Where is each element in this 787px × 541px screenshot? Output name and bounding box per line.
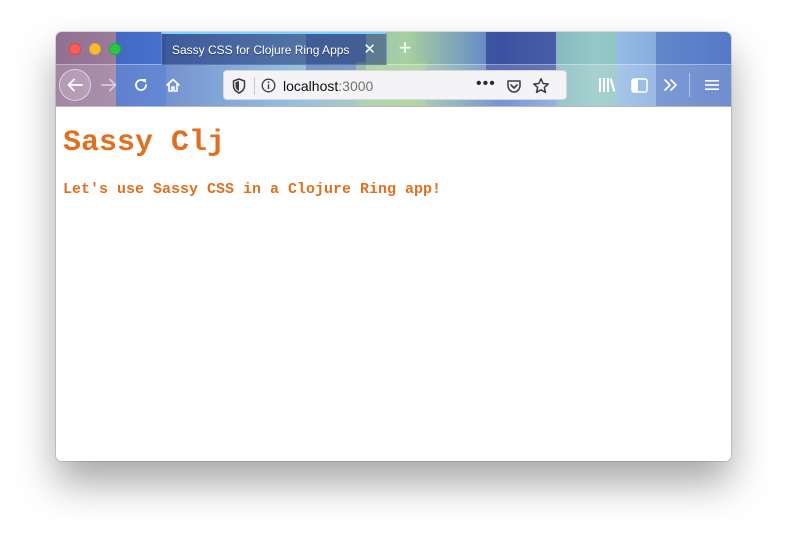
- home-button[interactable]: [157, 69, 189, 101]
- menu-button[interactable]: [696, 69, 728, 101]
- url-separator: [254, 77, 255, 95]
- sidebar-button[interactable]: [623, 69, 655, 101]
- more-horizontal-icon[interactable]: •••: [476, 75, 496, 93]
- active-tab[interactable]: Sassy CSS for Clojure Ring Apps ✕: [161, 32, 387, 65]
- reload-icon: [135, 79, 147, 91]
- minimize-window-button[interactable]: [89, 43, 101, 55]
- chevrons-right-icon: [664, 79, 677, 91]
- page-subtext: Let's use Sassy CSS in a Clojure Ring ap…: [63, 181, 442, 198]
- url-host: localhost: [283, 78, 339, 94]
- page-content: Sassy Clj Let's use Sassy CSS in a Cloju…: [56, 106, 731, 461]
- page-heading: Sassy Clj: [63, 126, 226, 160]
- shield-icon[interactable]: [232, 78, 246, 94]
- hamburger-menu-icon: [705, 80, 719, 90]
- forward-arrow-icon: [101, 78, 117, 92]
- info-icon[interactable]: [261, 78, 276, 93]
- close-window-button[interactable]: [69, 43, 81, 55]
- toolbar-divider: [689, 73, 690, 97]
- reload-button[interactable]: [125, 69, 157, 101]
- forward-button[interactable]: [93, 69, 125, 101]
- overflow-button[interactable]: [655, 69, 687, 101]
- home-icon: [166, 78, 180, 92]
- tab-title: Sassy CSS for Clojure Ring Apps: [172, 43, 350, 57]
- close-icon[interactable]: ✕: [363, 41, 376, 59]
- star-icon[interactable]: [532, 77, 550, 95]
- pocket-icon[interactable]: [506, 78, 522, 94]
- sidebar-icon: [630, 77, 648, 93]
- url-text[interactable]: localhost:3000: [283, 78, 373, 94]
- url-bar[interactable]: localhost:3000 •••: [223, 70, 567, 100]
- back-button[interactable]: [59, 69, 91, 101]
- back-arrow-icon: [67, 78, 83, 92]
- zoom-window-button[interactable]: [109, 43, 121, 55]
- browser-window: Sassy CSS for Clojure Ring Apps ✕ + loca…: [56, 32, 731, 461]
- library-button[interactable]: [591, 69, 623, 101]
- plus-icon[interactable]: +: [393, 36, 417, 60]
- browser-chrome: Sassy CSS for Clojure Ring Apps ✕ + loca…: [56, 32, 731, 106]
- url-port: :3000: [338, 78, 374, 94]
- library-icon: [599, 78, 616, 92]
